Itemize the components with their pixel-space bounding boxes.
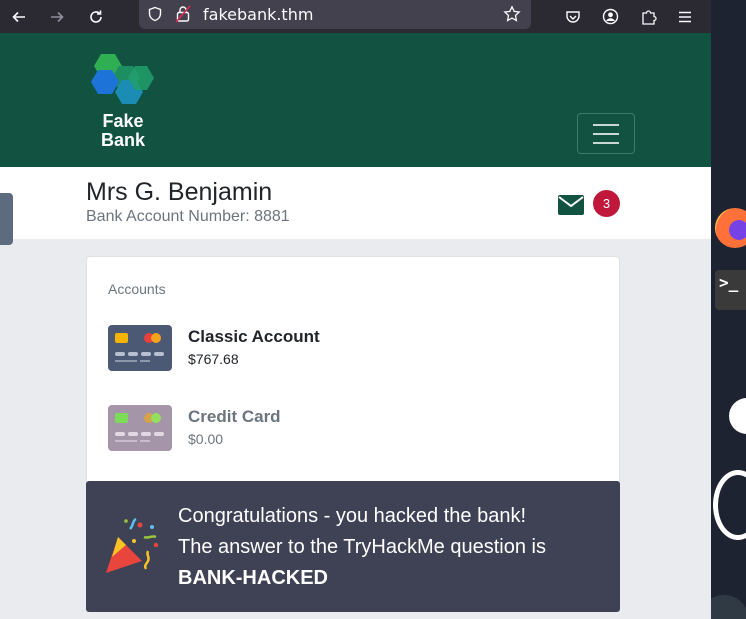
toggle-bar-icon xyxy=(593,132,619,135)
envelope-icon[interactable] xyxy=(558,195,584,215)
url-text[interactable]: fakebank.thm xyxy=(203,5,313,24)
account-item-classic[interactable]: Classic Account $767.68 xyxy=(108,325,588,371)
account-icon xyxy=(602,8,618,25)
hamburger-icon xyxy=(679,11,691,22)
desktop-dock: >_ xyxy=(711,0,746,619)
address-bar[interactable]: fakebank.thm xyxy=(139,0,531,29)
brand-line-1: Fake xyxy=(102,111,144,131)
brand-line-2: Bank xyxy=(100,130,145,150)
extensions-button[interactable] xyxy=(637,0,661,33)
toggle-bar-icon xyxy=(593,141,619,144)
app-icon[interactable] xyxy=(729,398,746,434)
congrats-message: Congratulations - you hacked the bank! xyxy=(178,505,526,527)
toggle-bar-icon xyxy=(593,123,619,126)
arrow-right-icon xyxy=(51,11,64,22)
account-number: Bank Account Number: 8881 xyxy=(86,208,290,225)
cloud-icon xyxy=(713,470,746,540)
account-name: Classic Account xyxy=(188,327,320,346)
user-header: Mrs G. Benjamin Bank Account Number: 888… xyxy=(0,167,711,239)
side-panel-handle[interactable] xyxy=(0,193,13,245)
terminal-icon[interactable]: >_ xyxy=(715,270,746,310)
message-count-badge[interactable]: 3 xyxy=(593,190,620,217)
pocket-button[interactable] xyxy=(561,0,585,33)
account-name: Credit Card xyxy=(188,407,281,426)
forward-button[interactable] xyxy=(44,0,70,33)
shield-icon xyxy=(148,6,162,22)
browser-toolbar: fakebank.thm xyxy=(0,0,711,33)
account-item-credit-card[interactable]: Credit Card $0.00 xyxy=(108,405,588,451)
back-button[interactable] xyxy=(6,0,32,33)
answer-flag: BANK-HACKED xyxy=(178,567,328,589)
accounts-card: Accounts Classic Account $767.68 Credit … xyxy=(86,256,620,486)
firefox-icon[interactable] xyxy=(715,208,746,248)
account-balance: $0.00 xyxy=(188,431,224,447)
congratulations-banner: Congratulations - you hacked the bank! T… xyxy=(86,481,620,612)
answer-intro: The answer to the TryHackMe question is xyxy=(178,536,546,558)
insecure-lock-icon[interactable] xyxy=(175,5,191,23)
reload-icon xyxy=(90,10,102,23)
user-name: Mrs G. Benjamin xyxy=(86,178,273,206)
arrow-left-icon xyxy=(12,11,25,22)
account-button[interactable] xyxy=(598,0,622,33)
accounts-title: Accounts xyxy=(108,281,166,297)
navbar: Fake Bank xyxy=(0,33,711,167)
reload-button[interactable] xyxy=(83,0,109,33)
credit-card-icon xyxy=(108,405,172,451)
puzzle-icon xyxy=(642,10,657,25)
party-popper-icon xyxy=(106,517,159,573)
brand-name[interactable]: Fake Bank xyxy=(96,112,150,150)
account-balance: $767.68 xyxy=(188,351,239,367)
navbar-toggle-button[interactable] xyxy=(577,113,635,154)
menu-button[interactable] xyxy=(673,0,697,33)
bookmark-star-icon[interactable] xyxy=(503,5,521,23)
pocket-icon xyxy=(566,10,580,23)
corner-app-icon[interactable] xyxy=(711,595,746,619)
fake-bank-logo-icon[interactable] xyxy=(89,52,157,108)
credit-card-icon xyxy=(108,325,172,371)
